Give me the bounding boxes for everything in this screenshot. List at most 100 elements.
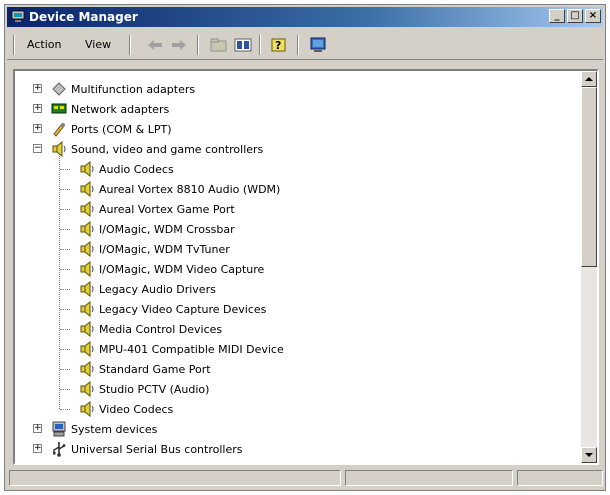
multifunction-adapter-icon	[51, 81, 67, 97]
tree-item-label: Video Codecs	[99, 402, 174, 416]
tree-item-label: Audio Codecs	[99, 162, 174, 176]
expand-toggle[interactable]: +	[33, 124, 42, 133]
window-title: Device Manager	[29, 10, 138, 24]
tree-item-device[interactable]: I/OMagic, WDM TvTuner	[79, 239, 230, 259]
speaker-icon	[79, 300, 95, 318]
toolbar-separator	[129, 35, 131, 55]
tree-connector-line	[59, 153, 60, 409]
tree-item-multifunction-adapters[interactable]: Multifunction adapters	[51, 79, 195, 99]
tree-item-device[interactable]: Legacy Video Capture Devices	[79, 299, 266, 319]
status-panel-secondary	[345, 470, 513, 486]
tree-connector-line	[60, 269, 70, 270]
tree-item-device[interactable]: Aureal Vortex 8810 Audio (WDM)	[79, 179, 280, 199]
tree-connector-line	[60, 309, 70, 310]
speaker-icon	[79, 340, 95, 358]
tree-item-device[interactable]: Standard Game Port	[79, 359, 211, 379]
expand-toggle[interactable]: +	[33, 444, 42, 453]
port-icon	[51, 121, 67, 137]
toolbar-separator	[13, 35, 15, 55]
tree-item-network-adapters[interactable]: Network adapters	[51, 99, 169, 119]
properties-icon[interactable]	[233, 36, 253, 54]
back-arrow-icon[interactable]	[145, 36, 165, 54]
device-manager-window: Device Manager _ □ × Action View ? + Mul…	[4, 4, 606, 491]
tree-item-label: Studio PCTV (Audio)	[99, 382, 210, 396]
tree-connector-line	[60, 389, 70, 390]
menu-action[interactable]: Action	[27, 38, 61, 51]
speaker-icon	[79, 160, 95, 178]
tree-item-device[interactable]: Media Control Devices	[79, 319, 222, 339]
tree-item-system-devices[interactable]: System devices	[51, 419, 157, 439]
tree-item-label: I/OMagic, WDM Crossbar	[99, 222, 235, 236]
tree-item-label: Legacy Audio Drivers	[99, 282, 216, 296]
computer-icon	[11, 10, 25, 22]
close-button[interactable]: ×	[585, 9, 601, 23]
tree-item-device[interactable]: MPU-401 Compatible MIDI Device	[79, 339, 284, 359]
speaker-icon	[79, 260, 95, 278]
help-icon[interactable]: ?	[269, 36, 289, 54]
vertical-scrollbar[interactable]	[581, 71, 597, 463]
speaker-icon	[79, 400, 95, 418]
scroll-down-button[interactable]	[581, 447, 597, 463]
device-tree[interactable]: + Multifunction adapters + Network adapters…	[15, 71, 581, 463]
tree-item-device[interactable]: Audio Codecs	[79, 159, 174, 179]
tree-connector-line	[60, 209, 70, 210]
tree-connector-line	[60, 229, 70, 230]
tree-item-label: Media Control Devices	[99, 322, 223, 336]
up-folder-icon[interactable]	[209, 36, 229, 54]
tree-item-device[interactable]: I/OMagic, WDM Video Capture	[79, 259, 264, 279]
tree-item-label: I/OMagic, WDM TvTuner	[99, 242, 230, 256]
tree-item-device[interactable]: Aureal Vortex Game Port	[79, 199, 235, 219]
menu-view[interactable]: View	[85, 38, 111, 51]
tree-connector-line	[60, 329, 70, 330]
tree-item-label: Multifunction adapters	[71, 82, 196, 96]
tree-item-sound-video-game-controllers[interactable]: Sound, video and game controllers	[51, 139, 263, 159]
scroll-up-button[interactable]	[581, 71, 597, 87]
title-bar[interactable]: Device Manager _ □ ×	[7, 7, 603, 27]
tree-item-device[interactable]: Video Codecs	[79, 399, 173, 419]
speaker-icon	[79, 280, 95, 298]
maximize-button[interactable]: □	[567, 9, 583, 23]
svg-text:?: ?	[275, 39, 281, 52]
speaker-icon	[79, 320, 95, 338]
tree-item-label: Aureal Vortex 8810 Audio (WDM)	[99, 182, 281, 196]
minimize-button[interactable]: _	[549, 9, 565, 23]
expand-toggle[interactable]: +	[33, 424, 42, 433]
forward-arrow-icon[interactable]	[169, 36, 189, 54]
expand-toggle[interactable]: −	[33, 144, 42, 153]
tree-item-device[interactable]: Legacy Audio Drivers	[79, 279, 216, 299]
status-panel-main	[9, 470, 341, 486]
usb-icon	[51, 441, 67, 457]
tree-item-label: Network adapters	[71, 102, 170, 116]
tree-item-label: Universal Serial Bus controllers	[71, 442, 243, 456]
speaker-icon	[79, 180, 95, 198]
status-panel-tertiary	[517, 470, 603, 486]
tree-item-device[interactable]: Studio PCTV (Audio)	[79, 379, 209, 399]
tree-connector-line	[60, 289, 70, 290]
tree-connector-line	[60, 409, 70, 410]
device-tree-panel: + Multifunction adapters + Network adapters…	[13, 69, 599, 465]
toolbar: Action View ?	[7, 31, 603, 60]
expand-toggle[interactable]: +	[33, 104, 42, 113]
speaker-icon	[79, 240, 95, 258]
expand-toggle[interactable]: +	[33, 84, 42, 93]
scroll-down-arrow-icon	[585, 453, 593, 457]
toolbar-separator	[197, 35, 199, 55]
tree-item-label: Ports (COM & LPT)	[71, 122, 172, 136]
tree-item-ports[interactable]: Ports (COM & LPT)	[51, 119, 172, 139]
scroll-thumb[interactable]	[581, 87, 597, 267]
scroll-up-arrow-icon	[585, 77, 593, 81]
toolbar-separator	[297, 35, 299, 55]
tree-item-device[interactable]: I/OMagic, WDM Crossbar	[79, 219, 235, 239]
tree-connector-line	[60, 189, 70, 190]
tree-item-label: Sound, video and game controllers	[71, 142, 264, 156]
tree-connector-line	[60, 369, 70, 370]
tree-item-usb-controllers[interactable]: Universal Serial Bus controllers	[51, 439, 242, 459]
tree-item-label: MPU-401 Compatible MIDI Device	[99, 342, 284, 356]
toolbar-separator	[259, 35, 261, 55]
tree-item-label: I/OMagic, WDM Video Capture	[99, 262, 265, 276]
scan-hardware-icon[interactable]	[309, 36, 329, 54]
tree-item-label: Standard Game Port	[99, 362, 211, 376]
speaker-icon	[79, 220, 95, 238]
speaker-icon	[79, 200, 95, 218]
speaker-icon	[79, 360, 95, 378]
